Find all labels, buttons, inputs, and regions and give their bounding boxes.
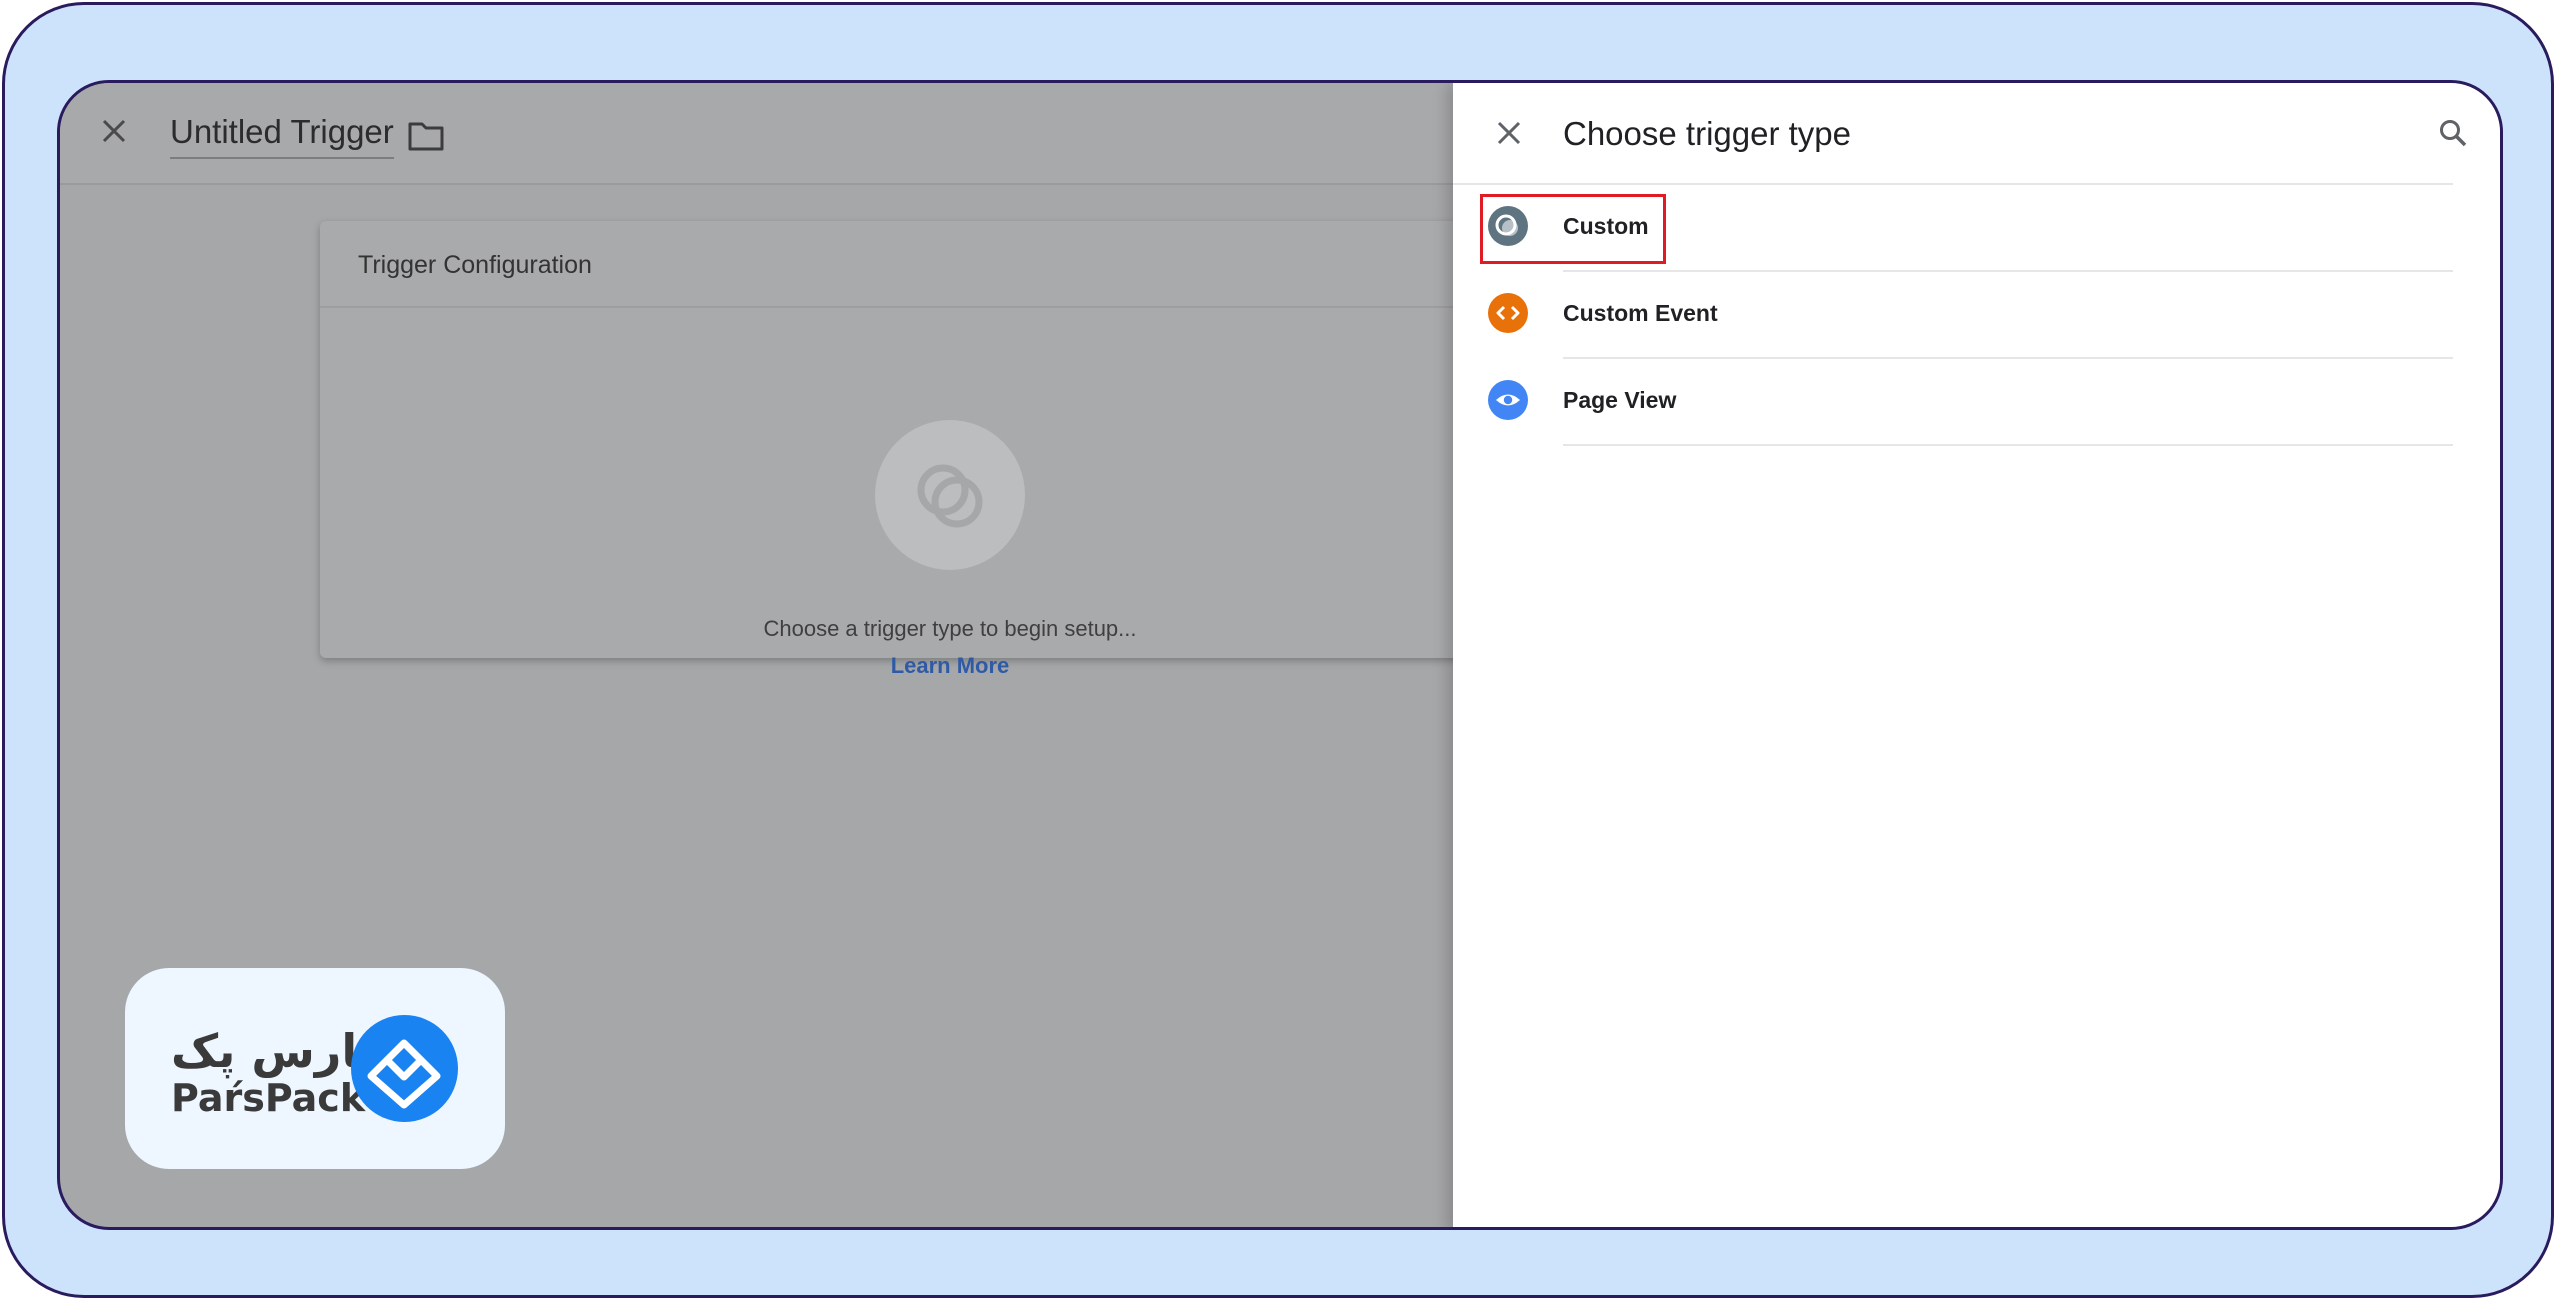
placeholder-text: Choose a trigger type to begin setup...: [763, 616, 1137, 641]
trigger-type-label: Custom Event: [1563, 300, 1718, 326]
panel-title: Choose trigger type: [1563, 115, 1851, 152]
trigger-placeholder-icon: [875, 420, 1025, 570]
card-title: Trigger Configuration: [358, 251, 592, 279]
close-icon[interactable]: [1489, 113, 1529, 153]
trigger-type-page-view[interactable]: Page View: [1453, 359, 2453, 446]
close-icon[interactable]: [94, 111, 134, 151]
divider: [320, 306, 1520, 308]
editor-header: Untitled Trigger: [60, 83, 1460, 185]
trigger-type-label: Page View: [1563, 387, 1677, 413]
parspack-mark-icon: [351, 1015, 458, 1122]
logo-english-text: PaŕsPack: [171, 1076, 366, 1120]
trigger-type-custom-event[interactable]: Custom Event: [1453, 272, 2453, 359]
app-window: Untitled Trigger Trigger Configuration C…: [57, 80, 2503, 1230]
trigger-name-input[interactable]: Untitled Trigger: [170, 113, 394, 159]
divider: [1563, 444, 2453, 446]
highlight-annotation: [1480, 194, 1666, 264]
folder-icon[interactable]: [408, 119, 444, 151]
logo-persian-text: پارس پک: [171, 1024, 376, 1078]
parspack-logo: پارس پک PaŕsPack: [125, 968, 505, 1169]
trigger-configuration-card[interactable]: Trigger Configuration Choose a trigger t…: [320, 221, 1520, 678]
learn-more-link[interactable]: Learn More: [320, 653, 1580, 679]
eye-icon: [1488, 380, 1528, 420]
code-icon: [1488, 293, 1528, 333]
search-icon[interactable]: [2433, 113, 2473, 153]
